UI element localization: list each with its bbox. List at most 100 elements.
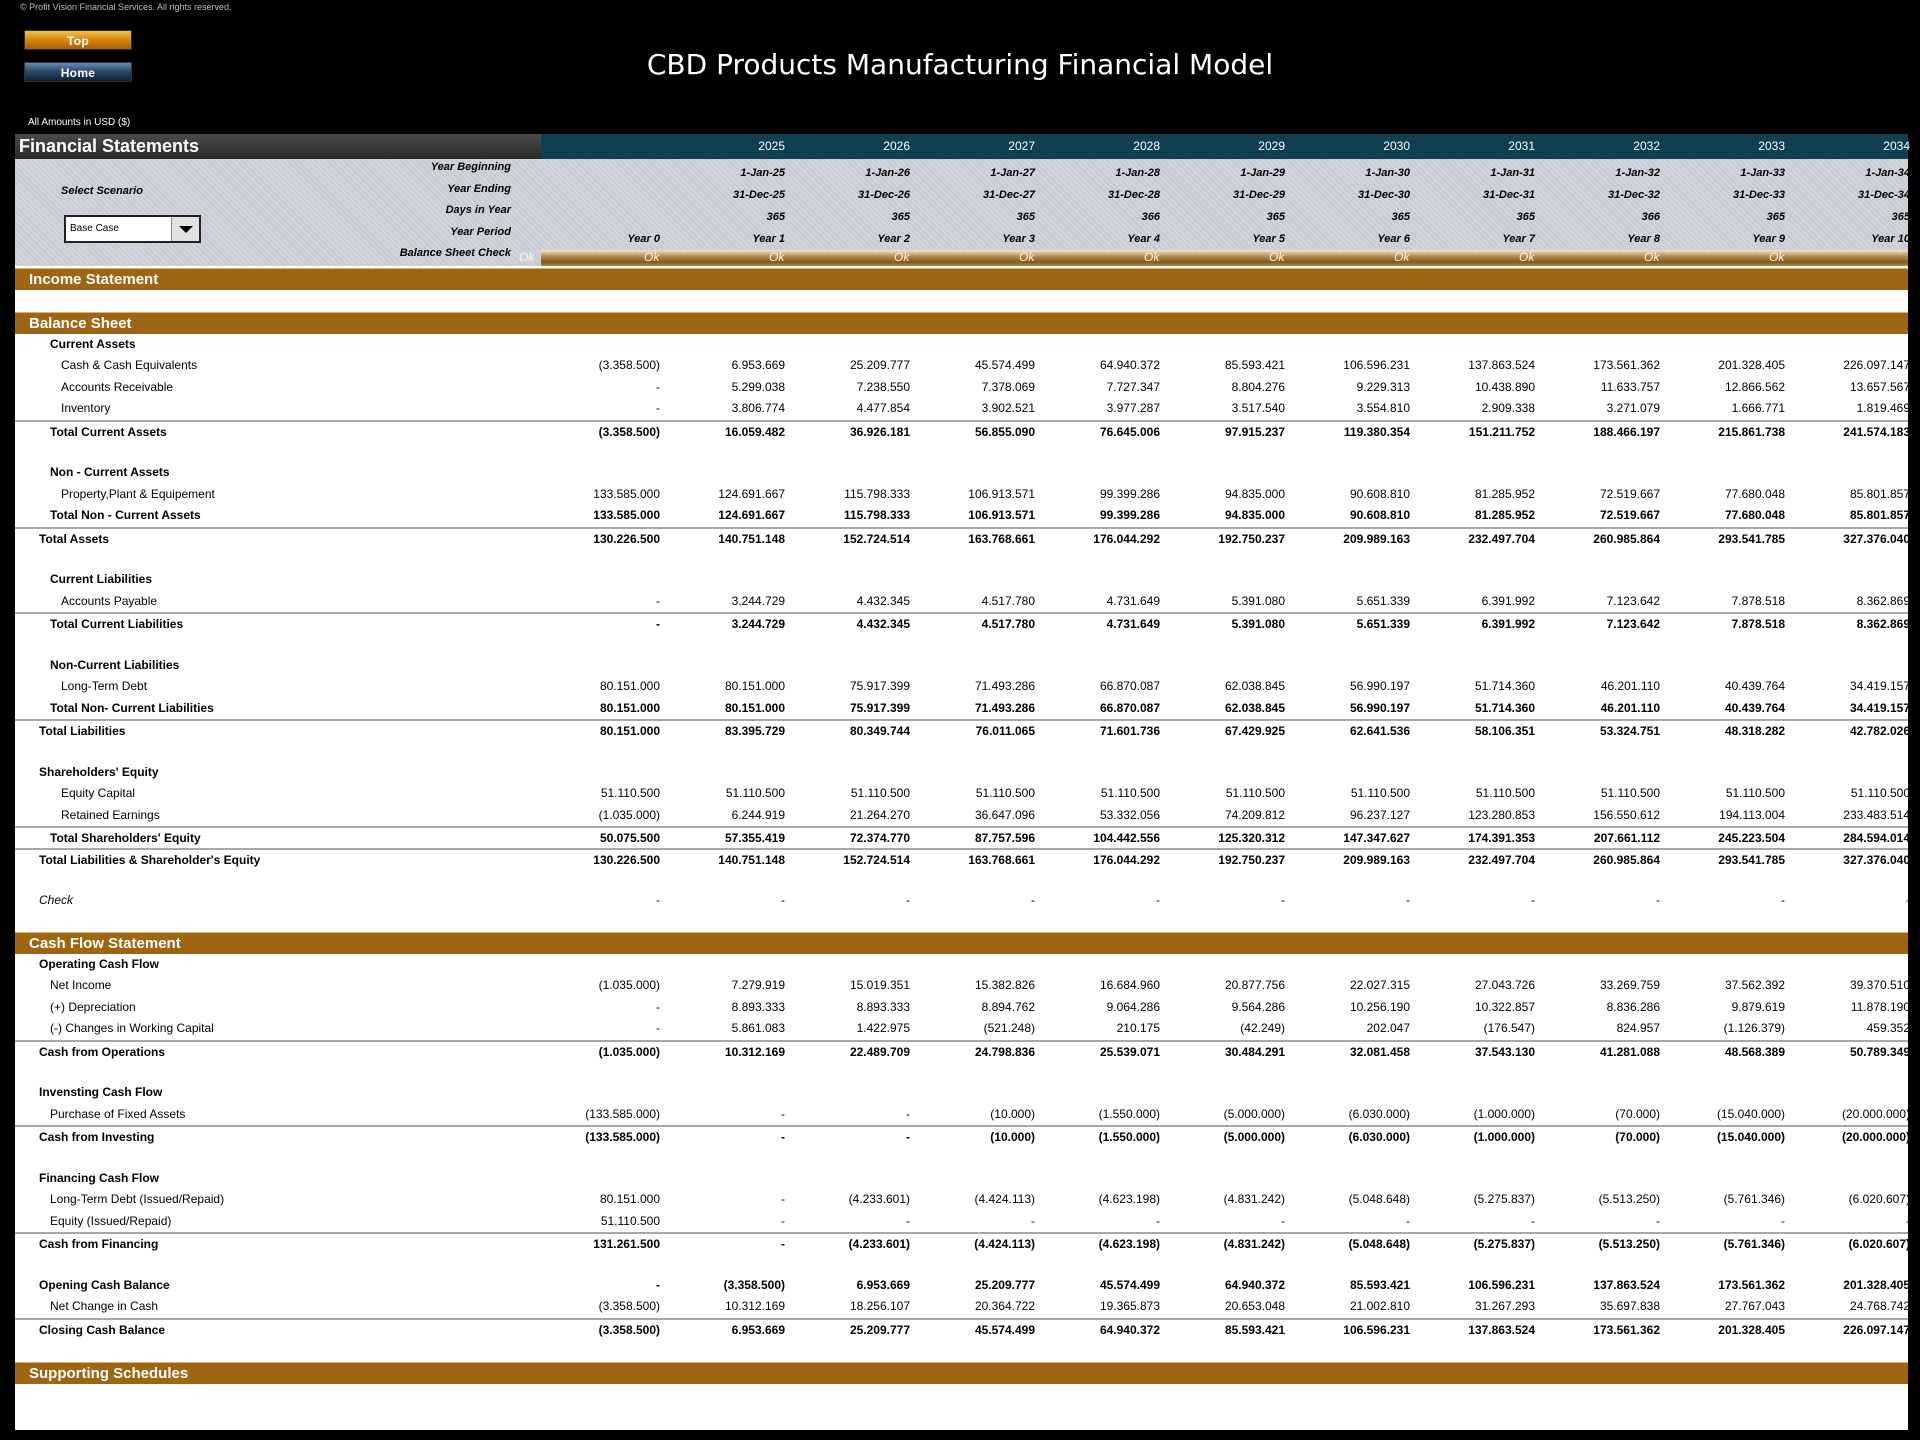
spacer-row xyxy=(15,548,1908,569)
value-cell: 62.641.536 xyxy=(1349,724,1410,739)
value-cell: 9.064.286 xyxy=(1106,999,1160,1014)
days-in-year-cell: 365 xyxy=(1891,211,1910,223)
row-label: Net Income xyxy=(50,978,112,993)
value-cell: 51.110.500 xyxy=(725,786,785,801)
value-cell: 3.244.729 xyxy=(731,593,785,608)
value-cell: 124.691.667 xyxy=(718,508,785,523)
table-row: Long-Term Debt 80.151.000 80.151.000 75.917… xyxy=(15,676,1910,697)
value-cell: 209.989.163 xyxy=(1343,852,1410,867)
table-row: Net Income (1.035.000) 7.279.919 15.019.351… xyxy=(15,975,1910,996)
value-cell: 11.878.190 xyxy=(1850,999,1910,1014)
value-cell: 48.318.282 xyxy=(1724,724,1785,739)
value-cell: (6.030.000) xyxy=(1348,1130,1410,1145)
value-cell: (3.358.500) xyxy=(598,358,660,373)
table-row: Total Current Liabilities - 3.244.729 4.432… xyxy=(15,612,1910,633)
value-cell: 71.601.736 xyxy=(1099,724,1160,739)
value-cell: 131.261.500 xyxy=(593,1237,660,1252)
value-cell: 72.519.667 xyxy=(1599,486,1660,501)
select-scenario-label: Select Scenario xyxy=(61,185,143,197)
value-cell: 50.789.349 xyxy=(1849,1044,1910,1059)
balance-check-status: Ok xyxy=(1269,250,1285,264)
value-cell: 8.893.333 xyxy=(856,999,910,1014)
year-beginning-cell: 1-Jan-27 xyxy=(990,167,1035,179)
year-beginning-cell: 1-Jan-30 xyxy=(1365,167,1410,179)
value-cell: 80.349.744 xyxy=(849,724,910,739)
value-cell: 119.380.354 xyxy=(1343,424,1410,439)
value-cell: 35.697.838 xyxy=(1599,1299,1660,1314)
balance-check-status: Ok xyxy=(519,250,535,264)
table-row: Non-Current Liabilities xyxy=(15,655,1908,676)
table-row: Cash from Operations (1.035.000) 10.312.16… xyxy=(15,1039,1910,1061)
value-cell: 85.593.421 xyxy=(1224,1322,1285,1337)
value-cell: 58.106.351 xyxy=(1474,724,1535,739)
value-cell: 4.731.649 xyxy=(1106,617,1160,632)
table-row: Equity Capital 51.110.500 51.110.500 51.110… xyxy=(15,783,1910,804)
year-ending-cell: 31-Dec-26 xyxy=(858,189,910,201)
table-row: Total Non- Current Liabilities 80.151.000… xyxy=(15,698,1910,719)
copyright-text: © Profit Vision Financial Services. All … xyxy=(20,2,232,12)
value-cell: 327.376.040 xyxy=(1843,531,1910,546)
year-beginning-cell: 1-Jan-34 xyxy=(1865,167,1910,179)
value-cell: 7.878.518 xyxy=(1731,617,1785,632)
year-header-cell: 2034 xyxy=(1883,139,1910,153)
year-beginning-cell: 1-Jan-28 xyxy=(1115,167,1160,179)
value-cell: 18.256.107 xyxy=(849,1299,910,1314)
table-row: Cash from Investing (133.585.000) - - (10.00… xyxy=(15,1125,1910,1146)
value-cell: 66.870.087 xyxy=(1099,700,1160,715)
spacer-row xyxy=(15,1147,1908,1168)
value-cell: 4.517.780 xyxy=(981,617,1035,632)
value-cell: - xyxy=(656,617,660,632)
value-cell: 133.585.000 xyxy=(593,486,660,501)
value-cell: 77.680.048 xyxy=(1724,486,1785,501)
value-cell: 3.806.774 xyxy=(731,401,785,416)
value-cell: (5.000.000) xyxy=(1223,1130,1285,1145)
value-cell: 10.256.190 xyxy=(1349,999,1410,1014)
top-button[interactable]: Top xyxy=(24,30,132,50)
value-cell: 1.422.975 xyxy=(856,1021,910,1036)
value-cell: 87.757.596 xyxy=(974,831,1035,846)
value-cell: 293.541.785 xyxy=(1718,531,1785,546)
value-cell: - xyxy=(656,593,660,608)
value-cell: 7.123.642 xyxy=(1606,617,1660,632)
value-cell: 232.497.704 xyxy=(1468,531,1535,546)
value-cell: 16.059.482 xyxy=(724,424,785,439)
year-ending-cell: 31-Dec-32 xyxy=(1608,189,1660,201)
value-cell: 13.657.567 xyxy=(1849,379,1910,394)
chevron-down-icon[interactable] xyxy=(171,217,199,241)
section-header-income-statement: Income Statement xyxy=(15,268,1908,290)
value-cell: 106.596.231 xyxy=(1343,358,1410,373)
table-row: Operating Cash Flow xyxy=(15,954,1908,975)
value-cell: 64.940.372 xyxy=(1099,1322,1160,1337)
value-cell: 176.044.292 xyxy=(1093,531,1160,546)
value-cell: 80.151.000 xyxy=(599,724,660,739)
value-cell: 8.893.333 xyxy=(731,999,785,1014)
value-cell: 24.798.836 xyxy=(974,1044,1035,1059)
value-cell: 5.651.339 xyxy=(1356,593,1410,608)
value-cell: (5.048.648) xyxy=(1348,1237,1410,1252)
value-cell: 62.038.845 xyxy=(1224,679,1285,694)
value-cell: (6.030.000) xyxy=(1348,1106,1410,1121)
value-cell: - xyxy=(906,893,910,908)
year-ending-cell: 31-Dec-29 xyxy=(1233,189,1285,201)
table-row: Retained Earnings (1.035.000) 6.244.919 21.… xyxy=(15,805,1910,826)
value-cell: 31.267.293 xyxy=(1474,1299,1535,1314)
value-cell: 34.419.157 xyxy=(1849,679,1910,694)
row-label: Current Liabilities xyxy=(50,572,153,587)
table-row: Property,Plant & Equipement 133.585.000 12… xyxy=(15,484,1910,505)
value-cell: 215.861.738 xyxy=(1718,424,1785,439)
scenario-dropdown[interactable]: Base Case xyxy=(64,215,201,243)
value-cell: - xyxy=(781,1237,785,1252)
value-cell: 45.574.499 xyxy=(974,1322,1035,1337)
value-cell: (1.550.000) xyxy=(1098,1106,1160,1121)
value-cell: 74.209.812 xyxy=(1224,807,1285,822)
spacer-row xyxy=(15,1254,1908,1275)
value-cell: 99.399.286 xyxy=(1099,508,1160,523)
value-cell: (20.000.000) xyxy=(1841,1106,1910,1121)
value-cell: 10.322.857 xyxy=(1474,999,1535,1014)
row-label: (+) Depreciation xyxy=(50,999,136,1014)
value-cell: 2.909.338 xyxy=(1481,401,1535,416)
value-cell: - xyxy=(781,1192,785,1207)
value-cell: 201.328.405 xyxy=(1843,1278,1910,1292)
year-period-cell: Year 6 xyxy=(1377,233,1410,245)
year-header-cell: 2026 xyxy=(883,139,910,153)
